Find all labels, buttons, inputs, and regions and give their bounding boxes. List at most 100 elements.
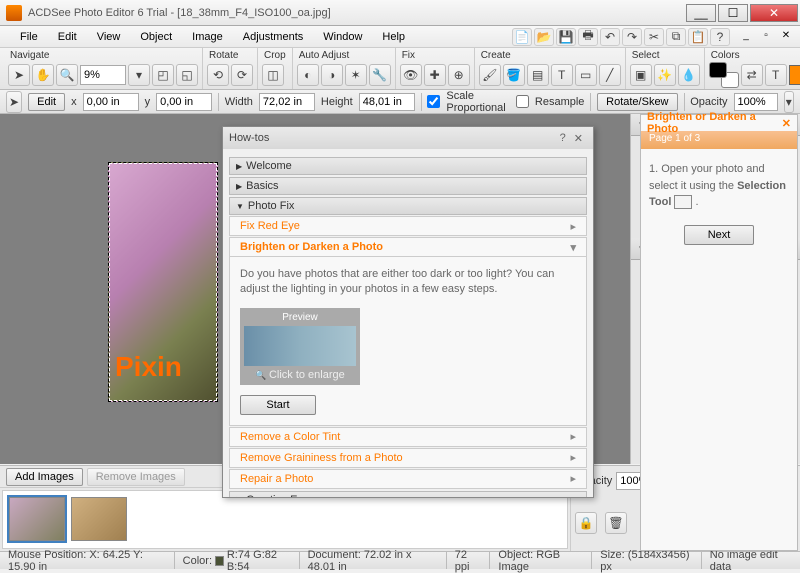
opacity-dropdown-icon[interactable]: ▾ <box>784 91 794 113</box>
chevron-down-icon: ▼ <box>236 202 244 211</box>
menu-adjustments[interactable]: Adjustments <box>233 28 314 46</box>
remove-images-button[interactable]: Remove Images <box>87 468 185 486</box>
redo-icon[interactable]: ↷ <box>622 28 642 46</box>
resample-checkbox[interactable] <box>516 95 529 108</box>
magic-wand-icon[interactable]: ✨ <box>654 64 676 86</box>
paste-icon[interactable]: 📋 <box>688 28 708 46</box>
close-button[interactable]: ✕ <box>750 4 798 22</box>
cut-icon[interactable]: ✂ <box>644 28 664 46</box>
maximize-button[interactable]: ☐ <box>718 4 748 22</box>
new-icon[interactable]: 📄 <box>512 28 532 46</box>
fit-screen-icon[interactable]: ◰ <box>152 64 174 86</box>
edit-button[interactable]: Edit <box>28 93 65 111</box>
eyedropper-icon[interactable]: 💧 <box>678 64 700 86</box>
status-color: Color: R:74 G:82 B:54 <box>175 552 300 569</box>
item-remove-grain[interactable]: Remove Graininess from a Photo▸ <box>229 448 587 468</box>
menu-file[interactable]: File <box>10 28 48 46</box>
open-icon[interactable]: 📂 <box>534 28 554 46</box>
help-icon[interactable]: ? <box>710 28 730 46</box>
status-edit-info: No image edit data <box>702 552 800 569</box>
menu-view[interactable]: View <box>87 28 131 46</box>
item-fix-red-eye[interactable]: Fix Red Eye▸ <box>229 216 587 236</box>
rotate-right-icon[interactable]: ⟳ <box>231 64 253 86</box>
auto-contrast-icon[interactable]: ◑ <box>321 64 343 86</box>
menu-edit[interactable]: Edit <box>48 28 87 46</box>
tutorial-next-button[interactable]: Next <box>684 225 754 245</box>
line-tool-icon[interactable]: ╱ <box>599 64 621 86</box>
hand-tool-icon[interactable]: ✋ <box>32 64 54 86</box>
print-icon[interactable]: 🖶 <box>578 28 598 46</box>
undo-icon[interactable]: ↶ <box>600 28 620 46</box>
clone-tool-icon[interactable]: ⊕ <box>448 64 470 86</box>
zoom-tool-icon[interactable]: 🔍 <box>56 64 78 86</box>
item-remove-tint[interactable]: Remove a Color Tint▸ <box>229 427 587 447</box>
text-tool-icon[interactable]: T <box>551 64 573 86</box>
preview-box[interactable]: Preview 🔍 Click to enlarge <box>240 308 360 385</box>
menu-image[interactable]: Image <box>182 28 233 46</box>
thumbnail[interactable] <box>71 497 127 541</box>
delete-layer-icon[interactable]: 🗑 <box>605 512 627 534</box>
thumbnail[interactable] <box>9 497 65 541</box>
rotate-left-icon[interactable]: ⟲ <box>207 64 229 86</box>
add-images-button[interactable]: Add Images <box>6 468 83 486</box>
x-input[interactable] <box>83 93 139 111</box>
brush-tool-icon[interactable]: 🖌 <box>479 64 501 86</box>
lock-layer-icon[interactable]: 🔒 <box>575 512 597 534</box>
chevron-right-icon: ▸ <box>570 472 576 485</box>
image-object[interactable]: Pixin <box>108 162 218 402</box>
section-welcome[interactable]: ▶Welcome <box>229 157 587 175</box>
howtos-close-icon[interactable]: ✕ <box>570 132 587 145</box>
auto-fix-icon[interactable]: 🔧 <box>369 64 391 86</box>
select-rect-icon[interactable]: ▣ <box>630 64 652 86</box>
text-color-icon[interactable]: T <box>765 64 787 86</box>
swap-colors-icon[interactable]: ⇄ <box>741 64 763 86</box>
chevron-right-icon: ▶ <box>236 162 242 171</box>
doc-close-button[interactable]: ✕ <box>778 30 794 44</box>
copy-icon[interactable]: ⧉ <box>666 28 686 46</box>
y-input[interactable] <box>156 93 212 111</box>
accent-color-swatch[interactable] <box>789 65 800 85</box>
doc-minimize-button[interactable]: _ <box>738 30 754 44</box>
fill-tool-icon[interactable]: 🪣 <box>503 64 525 86</box>
section-photofix[interactable]: ▼Photo Fix <box>229 197 587 215</box>
gradient-tool-icon[interactable]: ▤ <box>527 64 549 86</box>
height-input[interactable] <box>359 93 415 111</box>
width-label: Width <box>225 96 253 108</box>
minimize-button[interactable]: __ <box>686 4 716 22</box>
save-icon[interactable]: 💾 <box>556 28 576 46</box>
fg-bg-color-picker[interactable] <box>709 62 739 88</box>
menu-window[interactable]: Window <box>313 28 372 46</box>
start-button[interactable]: Start <box>240 395 316 415</box>
group-colors-label: Colors <box>709 48 800 61</box>
selection-arrow-icon[interactable]: ➤ <box>6 91 22 113</box>
crop-tool-icon[interactable]: ◫ <box>262 64 284 86</box>
zoom-input[interactable] <box>80 65 126 85</box>
opacity-input[interactable] <box>734 93 778 111</box>
status-mouse-position: Mouse Position: X: 64.25 Y: 15.90 in <box>0 552 175 569</box>
menu-object[interactable]: Object <box>130 28 182 46</box>
doc-restore-button[interactable]: ▫ <box>758 30 774 44</box>
menu-help[interactable]: Help <box>372 28 415 46</box>
auto-color-icon[interactable]: ✶ <box>345 64 367 86</box>
howtos-title-text: How-tos <box>229 132 556 144</box>
item-repair-photo[interactable]: Repair a Photo▸ <box>229 469 587 489</box>
pointer-tool-icon[interactable]: ➤ <box>8 64 30 86</box>
actual-size-icon[interactable]: ◱ <box>176 64 198 86</box>
redeye-tool-icon[interactable]: 👁 <box>400 64 422 86</box>
width-input[interactable] <box>259 93 315 111</box>
item-brighten-darken[interactable]: Brighten or Darken a Photo▾ <box>229 237 587 257</box>
fg-color-swatch[interactable] <box>709 62 727 78</box>
zoom-dropdown-icon[interactable]: ▾ <box>128 64 150 86</box>
section-creative[interactable]: ▶Creative Ease <box>229 491 587 497</box>
section-basics[interactable]: ▶Basics <box>229 177 587 195</box>
heal-tool-icon[interactable]: ✚ <box>424 64 446 86</box>
window-title: ACDSee Photo Editor 6 Trial - [18_38mm_F… <box>28 7 686 19</box>
shape-tool-icon[interactable]: ▭ <box>575 64 597 86</box>
tutorial-close-icon[interactable]: ✕ <box>782 117 791 130</box>
auto-levels-icon[interactable]: ◐ <box>297 64 319 86</box>
watermark-text: Pixin <box>115 351 182 383</box>
scale-proportional-checkbox[interactable] <box>427 95 440 108</box>
rotate-skew-button[interactable]: Rotate/Skew <box>597 93 677 111</box>
howtos-titlebar[interactable]: How-tos ? ✕ <box>223 127 593 149</box>
howtos-help-icon[interactable]: ? <box>556 132 570 144</box>
